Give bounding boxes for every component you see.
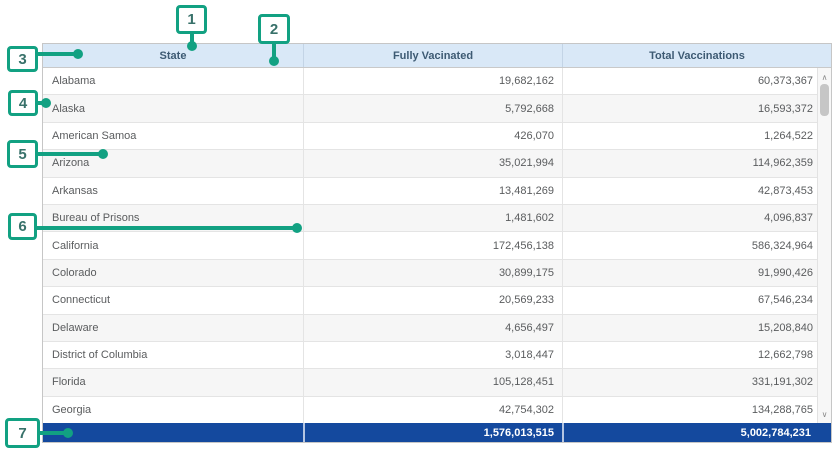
- row-total-vaccinations-cell: 331,191,302: [562, 369, 819, 395]
- row-fully-vacinated-cell: 172,456,138: [303, 232, 562, 258]
- row-fully-vacinated-cell: 13,481,269: [303, 178, 562, 204]
- vaccinations-table: State Fully Vacinated Total Vaccinations…: [42, 43, 832, 443]
- callout-5-dot: [98, 149, 108, 159]
- row-state-cell: Alaska: [43, 95, 303, 121]
- row-state-cell: Arkansas: [43, 178, 303, 204]
- row-total-vaccinations-cell: 1,264,522: [562, 123, 819, 149]
- table-row[interactable]: Connecticut20,569,23367,546,234: [43, 287, 819, 314]
- table-row[interactable]: Arkansas13,481,26942,873,453: [43, 178, 819, 205]
- callout-4-dot: [41, 98, 51, 108]
- total-state-cell: [43, 423, 303, 442]
- annotation-callout-7[interactable]: 7: [5, 418, 40, 448]
- row-state-cell: Alabama: [43, 68, 303, 94]
- total-total-vaccinations-cell: 5,002,784,231: [562, 423, 831, 442]
- row-total-vaccinations-cell: 16,593,372: [562, 95, 819, 121]
- row-state-cell: Georgia: [43, 397, 303, 423]
- row-state-cell: District of Columbia: [43, 342, 303, 368]
- table-row[interactable]: American Samoa426,0701,264,522: [43, 123, 819, 150]
- row-total-vaccinations-cell: 67,546,234: [562, 287, 819, 313]
- row-fully-vacinated-cell: 426,070: [303, 123, 562, 149]
- table-row[interactable]: California172,456,138586,324,964: [43, 232, 819, 259]
- annotation-callout-6[interactable]: 6: [8, 213, 37, 240]
- row-fully-vacinated-cell: 1,481,602: [303, 205, 562, 231]
- annotation-callout-3[interactable]: 3: [7, 46, 38, 72]
- callout-1-label: 1: [187, 12, 195, 27]
- row-state-cell: American Samoa: [43, 123, 303, 149]
- table-row[interactable]: Alaska5,792,66816,593,372: [43, 95, 819, 122]
- row-fully-vacinated-cell: 105,128,451: [303, 369, 562, 395]
- table-total-row: 1,576,013,515 5,002,784,231: [43, 423, 831, 442]
- row-fully-vacinated-cell: 4,656,497: [303, 315, 562, 341]
- row-fully-vacinated-cell: 20,569,233: [303, 287, 562, 313]
- row-state-cell: Connecticut: [43, 287, 303, 313]
- callout-3-label: 3: [18, 52, 26, 67]
- annotation-callout-5[interactable]: 5: [7, 140, 38, 168]
- table-row[interactable]: Florida105,128,451331,191,302: [43, 369, 819, 396]
- row-fully-vacinated-cell: 42,754,302: [303, 397, 562, 423]
- callout-5-label: 5: [18, 147, 26, 162]
- callout-3-connector: [36, 52, 76, 56]
- row-state-cell: Colorado: [43, 260, 303, 286]
- table-row[interactable]: Delaware4,656,49715,208,840: [43, 315, 819, 342]
- row-total-vaccinations-cell: 12,662,798: [562, 342, 819, 368]
- callout-6-connector: [35, 226, 293, 230]
- callout-5-connector: [36, 152, 101, 156]
- row-total-vaccinations-cell: 586,324,964: [562, 232, 819, 258]
- row-fully-vacinated-cell: 19,682,162: [303, 68, 562, 94]
- callout-7-connector: [38, 431, 65, 435]
- annotation-callout-1[interactable]: 1: [176, 5, 207, 34]
- column-header-total-vaccinations[interactable]: Total Vaccinations: [562, 44, 831, 67]
- table-header-row: State Fully Vacinated Total Vaccinations: [43, 44, 831, 68]
- row-fully-vacinated-cell: 30,899,175: [303, 260, 562, 286]
- table-row[interactable]: District of Columbia3,018,44712,662,798: [43, 342, 819, 369]
- table-row[interactable]: Alabama19,682,16260,373,367: [43, 68, 819, 95]
- callout-3-dot: [73, 49, 83, 59]
- scroll-down-icon[interactable]: ∨: [818, 407, 831, 421]
- row-total-vaccinations-cell: 114,962,359: [562, 150, 819, 176]
- table-row[interactable]: Georgia42,754,302134,288,765: [43, 397, 819, 423]
- row-total-vaccinations-cell: 91,990,426: [562, 260, 819, 286]
- total-fully-vacinated-cell: 1,576,013,515: [303, 423, 562, 442]
- row-total-vaccinations-cell: 4,096,837: [562, 205, 819, 231]
- callout-6-label: 6: [18, 219, 26, 234]
- row-total-vaccinations-cell: 42,873,453: [562, 178, 819, 204]
- scroll-up-icon[interactable]: ∧: [818, 70, 831, 84]
- row-fully-vacinated-cell: 35,021,994: [303, 150, 562, 176]
- row-total-vaccinations-cell: 134,288,765: [562, 397, 819, 423]
- column-header-fully-vacinated[interactable]: Fully Vacinated: [303, 44, 562, 67]
- callout-4-label: 4: [19, 96, 27, 111]
- callout-2-label: 2: [270, 22, 278, 37]
- annotation-callout-2[interactable]: 2: [258, 14, 290, 44]
- table-row[interactable]: Arizona35,021,994114,962,359: [43, 150, 819, 177]
- row-total-vaccinations-cell: 15,208,840: [562, 315, 819, 341]
- row-state-cell: Delaware: [43, 315, 303, 341]
- callout-6-dot: [292, 223, 302, 233]
- row-fully-vacinated-cell: 5,792,668: [303, 95, 562, 121]
- callout-7-dot: [63, 428, 73, 438]
- annotation-callout-4[interactable]: 4: [8, 90, 38, 116]
- scrollbar-thumb[interactable]: [820, 84, 829, 116]
- row-fully-vacinated-cell: 3,018,447: [303, 342, 562, 368]
- table-body: Alabama19,682,16260,373,367Alaska5,792,6…: [43, 68, 819, 423]
- row-total-vaccinations-cell: 60,373,367: [562, 68, 819, 94]
- callout-1-dot: [187, 41, 197, 51]
- callout-2-dot: [269, 56, 279, 66]
- row-state-cell: California: [43, 232, 303, 258]
- vertical-scrollbar[interactable]: ∧ ∨: [817, 68, 831, 423]
- table-row[interactable]: Colorado30,899,17591,990,426: [43, 260, 819, 287]
- screen: State Fully Vacinated Total Vaccinations…: [0, 0, 833, 453]
- row-state-cell: Florida: [43, 369, 303, 395]
- callout-7-label: 7: [18, 426, 26, 441]
